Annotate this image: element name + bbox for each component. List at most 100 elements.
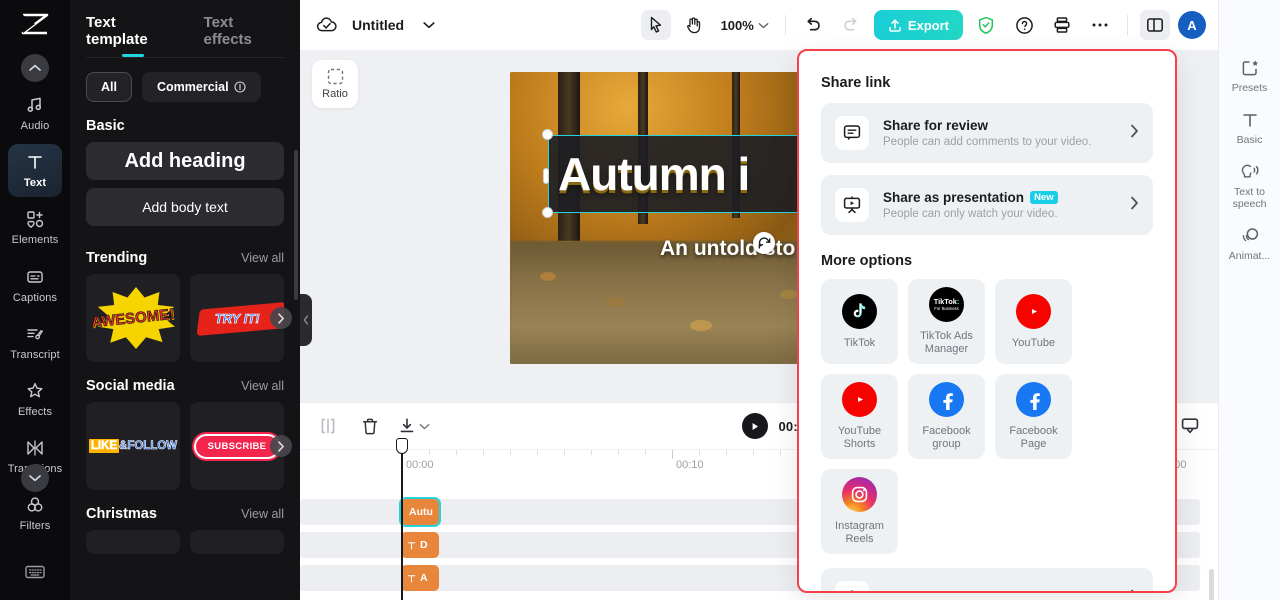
platform-youtube-shorts[interactable]: YouTube Shorts bbox=[821, 374, 898, 459]
download-clip-button[interactable] bbox=[398, 412, 430, 440]
new-badge: New bbox=[1030, 191, 1058, 204]
panel-scrollbar[interactable] bbox=[294, 150, 298, 300]
print-button[interactable] bbox=[1047, 10, 1077, 40]
tab-text-template[interactable]: Text template bbox=[86, 14, 180, 57]
hand-tool-button[interactable] bbox=[679, 10, 709, 40]
rail-scroll-down-button[interactable] bbox=[21, 464, 49, 492]
ratio-button[interactable]: Ratio bbox=[312, 60, 358, 108]
playhead-knob[interactable] bbox=[395, 438, 408, 454]
text-t-icon bbox=[1242, 114, 1257, 127]
split-clip-button[interactable] bbox=[314, 412, 342, 440]
rail-scroll-up-button[interactable] bbox=[21, 54, 49, 82]
filters-circles-icon bbox=[24, 494, 46, 516]
filter-chips: All Commercial bbox=[70, 58, 300, 102]
chevron-down-icon bbox=[419, 423, 430, 429]
delete-clip-button[interactable] bbox=[356, 412, 384, 440]
help-button[interactable] bbox=[1009, 10, 1039, 40]
tab-text-effects[interactable]: Text effects bbox=[204, 14, 284, 57]
more-options-button[interactable] bbox=[1085, 10, 1115, 40]
split-layout-icon bbox=[1147, 18, 1163, 32]
platform-tiktok[interactable]: TikTok bbox=[821, 279, 898, 364]
playhead[interactable] bbox=[395, 438, 408, 600]
play-icon bbox=[753, 422, 759, 430]
section-title: Social media bbox=[86, 378, 175, 394]
chip-commercial[interactable]: Commercial bbox=[141, 72, 261, 102]
play-button[interactable] bbox=[742, 413, 769, 439]
template-thumb-christmas-1[interactable] bbox=[86, 530, 180, 554]
app-logo[interactable] bbox=[0, 0, 70, 48]
sidebar-item-elements[interactable]: Elements bbox=[8, 201, 62, 254]
template-label: LIKE &FOLLOW bbox=[88, 439, 177, 453]
template-thumb-awesome[interactable]: AWESOME! bbox=[86, 274, 180, 362]
resize-handle-left[interactable] bbox=[543, 168, 549, 184]
undo-button[interactable] bbox=[798, 10, 828, 40]
platform-tiktok-ads-manager[interactable]: TikTok: For Business TikTok Ads Manager bbox=[908, 279, 985, 364]
panel-collapse-handle[interactable] bbox=[300, 294, 312, 346]
share-as-presentation-row[interactable]: Share as presentation New People can onl… bbox=[821, 175, 1153, 235]
export-button[interactable]: Export bbox=[873, 10, 963, 40]
rotate-handle[interactable] bbox=[753, 232, 775, 254]
sidebar-item-audio[interactable]: Audio bbox=[8, 86, 62, 139]
keyboard-shortcuts-button[interactable] bbox=[0, 544, 70, 600]
more-options-title: More options bbox=[821, 253, 913, 269]
template-thumb-christmas-2[interactable] bbox=[190, 530, 284, 554]
chip-all[interactable]: All bbox=[86, 72, 132, 102]
chevron-right-icon bbox=[1130, 589, 1139, 591]
redo-button[interactable] bbox=[836, 10, 866, 40]
add-body-text-button[interactable]: Add body text bbox=[86, 188, 284, 226]
inspector-item-basic[interactable]: Basic bbox=[1222, 110, 1278, 146]
fit-to-screen-button[interactable] bbox=[1176, 412, 1204, 440]
view-all-trending[interactable]: View all bbox=[241, 251, 284, 265]
inspector-item-label: Presets bbox=[1231, 82, 1268, 94]
trending-section-header: Trending View all bbox=[70, 234, 300, 274]
resize-handle-top-left[interactable] bbox=[542, 129, 553, 140]
tiktok-ads-manager-icon: TikTok: For Business bbox=[929, 287, 964, 322]
sidebar-item-transcript[interactable]: Transcript bbox=[8, 315, 62, 368]
user-avatar[interactable]: A bbox=[1178, 11, 1206, 39]
share-for-review-title: Share for review bbox=[883, 118, 989, 133]
platform-facebook-page[interactable]: Facebook Page bbox=[995, 374, 1072, 459]
header-divider bbox=[784, 15, 786, 35]
clip-label: D bbox=[420, 539, 428, 551]
sidebar-item-label: Audio bbox=[20, 119, 50, 132]
sidebar-item-text[interactable]: Text bbox=[8, 143, 62, 197]
inspector-item-animation[interactable]: Animat... bbox=[1222, 226, 1278, 262]
view-all-social-media[interactable]: View all bbox=[241, 379, 284, 393]
template-thumb-like-follow[interactable]: LIKE &FOLLOW bbox=[86, 402, 180, 490]
ratio-label: Ratio bbox=[322, 88, 348, 100]
zoom-level-selector[interactable]: 100% bbox=[717, 18, 773, 33]
project-title[interactable]: Untitled bbox=[352, 17, 404, 33]
shield-check-icon bbox=[978, 16, 994, 34]
sidebar-item-filters[interactable]: Filters bbox=[8, 487, 62, 540]
platform-instagram-reels[interactable]: Instagram Reels bbox=[821, 469, 898, 554]
like-part: LIKE bbox=[88, 439, 120, 453]
sidebar-item-label: Effects bbox=[17, 406, 53, 419]
resize-handle-bottom-left[interactable] bbox=[542, 207, 553, 218]
table-row[interactable]: Autu bbox=[399, 497, 441, 527]
table-row[interactable]: D bbox=[401, 532, 439, 558]
sidebar-item-captions[interactable]: Captions bbox=[8, 258, 62, 311]
timeline-vertical-scrollbar[interactable] bbox=[1209, 569, 1214, 600]
download-row[interactable]: Download bbox=[821, 568, 1153, 591]
share-for-review-row[interactable]: Share for review People can add comments… bbox=[821, 103, 1153, 163]
share-link-title: Share link bbox=[821, 75, 891, 91]
platform-facebook-group[interactable]: Facebook group bbox=[908, 374, 985, 459]
share-popup: Share link Share for review People can a… bbox=[797, 49, 1177, 593]
view-all-christmas[interactable]: View all bbox=[241, 507, 284, 521]
shield-check-button[interactable] bbox=[971, 10, 1001, 40]
add-heading-button[interactable]: Add heading bbox=[86, 142, 284, 180]
elements-icon bbox=[24, 208, 46, 230]
sidebar-item-effects[interactable]: Effects bbox=[8, 372, 62, 425]
select-tool-button[interactable] bbox=[640, 10, 671, 40]
youtube-icon bbox=[1016, 293, 1051, 329]
table-row[interactable]: A bbox=[401, 565, 439, 591]
inspector-item-text-to-speech[interactable]: Text to speech bbox=[1222, 162, 1278, 210]
platform-youtube[interactable]: YouTube bbox=[995, 279, 1072, 364]
inspector-item-presets[interactable]: Presets bbox=[1222, 58, 1278, 94]
trending-next-arrow[interactable] bbox=[270, 307, 292, 329]
project-title-dropdown[interactable] bbox=[414, 10, 444, 40]
text-template-panel: Text template Text effects All Commercia… bbox=[70, 0, 300, 600]
layout-toggle-button[interactable] bbox=[1140, 10, 1170, 40]
social-media-next-arrow[interactable] bbox=[270, 435, 292, 457]
platform-label: TikTok bbox=[843, 336, 876, 349]
